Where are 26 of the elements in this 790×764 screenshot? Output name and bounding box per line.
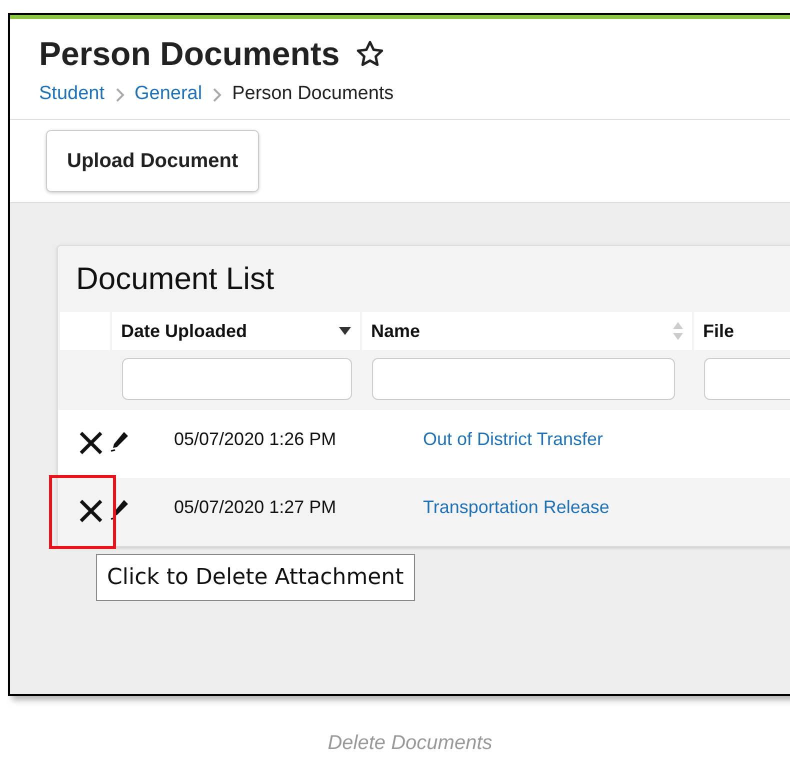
pencil-icon[interactable] bbox=[110, 430, 130, 452]
caption: Delete Documents bbox=[326, 731, 494, 756]
table-cell-text: 05/07/2020 1:27 PM bbox=[173, 496, 338, 520]
filter-field[interactable] bbox=[704, 358, 790, 400]
breadcrumb-current: Person Documents bbox=[232, 82, 394, 106]
card-title: Document List bbox=[75, 260, 276, 298]
sort-descending-icon bbox=[339, 327, 351, 336]
document-link[interactable]: Transportation Release bbox=[408, 494, 610, 522]
table-cell-text: 05/07/2020 1:26 PM bbox=[173, 428, 338, 452]
filter-field[interactable] bbox=[122, 358, 352, 400]
close-icon[interactable] bbox=[78, 430, 104, 456]
column-header[interactable]: Name bbox=[362, 312, 692, 350]
page-title: Person Documents bbox=[39, 34, 340, 74]
chevron-right-icon bbox=[212, 88, 222, 102]
column-header[interactable]: File bbox=[694, 312, 790, 350]
chevron-right-icon bbox=[114, 88, 124, 102]
document-link[interactable]: Out of District Transfer bbox=[408, 426, 604, 454]
pencil-icon[interactable] bbox=[110, 498, 130, 520]
sort-icon bbox=[673, 321, 683, 342]
tooltip: Click to Delete Attachment bbox=[96, 554, 415, 601]
upload-document-button[interactable]: Upload Document bbox=[46, 130, 260, 192]
breadcrumb-link[interactable]: Student bbox=[39, 80, 104, 109]
breadcrumb-link[interactable]: General bbox=[134, 80, 202, 109]
close-icon[interactable] bbox=[78, 498, 104, 524]
column-header[interactable]: Date Uploaded bbox=[112, 312, 360, 350]
filter-field[interactable] bbox=[372, 358, 675, 400]
